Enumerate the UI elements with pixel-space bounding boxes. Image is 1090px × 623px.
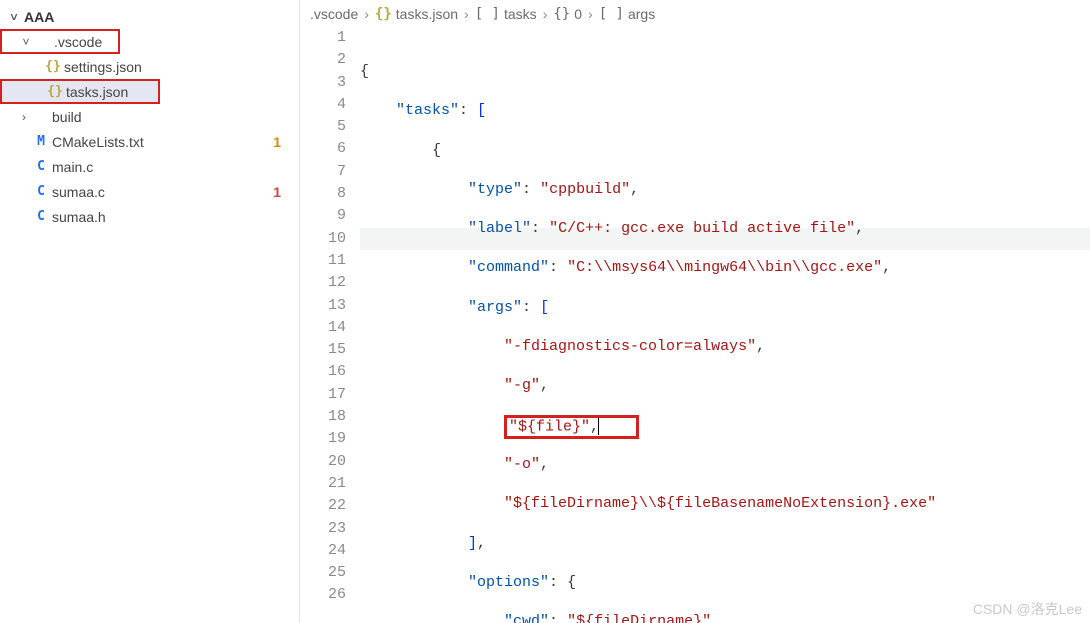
tree-item-label: CMakeLists.txt	[50, 134, 144, 150]
chevron-right-icon: ›	[464, 6, 469, 22]
json-icon: {}	[44, 59, 62, 74]
C-file-icon: C	[32, 184, 50, 199]
line-number: 20	[300, 451, 346, 473]
tree-item-settings-json[interactable]: {}settings.json	[0, 54, 299, 79]
line-gutter: 1234567891011121314151617181920212223242…	[300, 27, 360, 623]
tree-item-main-c[interactable]: Cmain.c	[0, 154, 299, 179]
tree-item-label: main.c	[50, 159, 93, 175]
line-number: 13	[300, 295, 346, 317]
problem-badge: 1	[273, 184, 281, 200]
line-number: 18	[300, 406, 346, 428]
C-file-icon: C	[32, 209, 50, 224]
breadcrumb-folder[interactable]: .vscode	[310, 6, 358, 22]
line-number: 19	[300, 428, 346, 450]
line-number: 6	[300, 138, 346, 160]
M-file-icon: M	[32, 134, 50, 149]
tree-item-sumaa-h[interactable]: Csumaa.h	[0, 204, 299, 229]
json-icon: {}	[46, 84, 64, 99]
tree-item-sumaa-c[interactable]: Csumaa.c 1	[0, 179, 299, 204]
folder-root[interactable]: ˅ AAA	[0, 4, 299, 29]
line-number: 1	[300, 27, 346, 49]
editor-pane: .vscode › {} tasks.json › [ ] tasks › {}…	[300, 0, 1090, 623]
array-icon: [ ]	[475, 6, 500, 22]
tree-item-label: sumaa.h	[50, 209, 106, 225]
line-number: 21	[300, 473, 346, 495]
line-number: 9	[300, 205, 346, 227]
highlighted-arg-box: "${file}",	[504, 415, 639, 439]
object-icon: {}	[553, 6, 570, 22]
line-number: 3	[300, 72, 346, 94]
watermark: CSDN @洛克Lee	[973, 599, 1082, 619]
line-number: 24	[300, 540, 346, 562]
tree-item-label: settings.json	[62, 59, 142, 75]
line-number: 2	[300, 49, 346, 71]
breadcrumb-node[interactable]: 0	[574, 6, 582, 22]
line-number: 4	[300, 94, 346, 116]
chevron-right-icon: ›	[16, 110, 32, 124]
line-number: 7	[300, 161, 346, 183]
line-number: 11	[300, 250, 346, 272]
line-number: 12	[300, 272, 346, 294]
line-number: 14	[300, 317, 346, 339]
tree-item-label: sumaa.c	[50, 184, 105, 200]
tree-item-label: tasks.json	[64, 84, 128, 100]
breadcrumb[interactable]: .vscode › {} tasks.json › [ ] tasks › {}…	[300, 0, 1090, 27]
chevron-right-icon: ›	[588, 6, 593, 22]
json-icon: {}	[375, 6, 392, 22]
tree-item-label: build	[50, 109, 82, 125]
tree-item-label: .vscode	[52, 34, 102, 50]
chevron-down-icon: ˅	[18, 35, 34, 49]
line-number: 16	[300, 361, 346, 383]
tree-item-tasks-json[interactable]: {}tasks.json	[0, 79, 160, 104]
line-number: 10	[300, 228, 346, 250]
C-file-icon: C	[32, 159, 50, 174]
code-content[interactable]: { "tasks": [ { "type": "cppbuild", "labe…	[360, 27, 1090, 623]
chevron-right-icon: ›	[543, 6, 548, 22]
array-icon: [ ]	[599, 6, 624, 22]
line-number: 25	[300, 562, 346, 584]
problem-badge: 1	[273, 134, 281, 150]
line-number: 15	[300, 339, 346, 361]
chevron-down-icon: ˅	[6, 10, 22, 24]
line-number: 5	[300, 116, 346, 138]
tree-item--vscode[interactable]: ˅ .vscode	[0, 29, 120, 54]
tree-item-cmakelists-txt[interactable]: MCMakeLists.txt 1	[0, 129, 299, 154]
code-editor[interactable]: 1234567891011121314151617181920212223242…	[300, 27, 1090, 623]
breadcrumb-node[interactable]: args	[628, 6, 655, 22]
file-explorer: ˅ AAA ˅.vscode{}settings.json{}tasks.jso…	[0, 0, 300, 623]
breadcrumb-node[interactable]: tasks	[504, 6, 537, 22]
line-number: 22	[300, 495, 346, 517]
chevron-right-icon: ›	[364, 6, 369, 22]
tree-item-build[interactable]: › build	[0, 104, 299, 129]
line-number: 23	[300, 518, 346, 540]
line-number: 8	[300, 183, 346, 205]
breadcrumb-file[interactable]: tasks.json	[396, 6, 458, 22]
line-number: 17	[300, 384, 346, 406]
line-number: 26	[300, 584, 346, 606]
folder-label: AAA	[22, 9, 54, 25]
